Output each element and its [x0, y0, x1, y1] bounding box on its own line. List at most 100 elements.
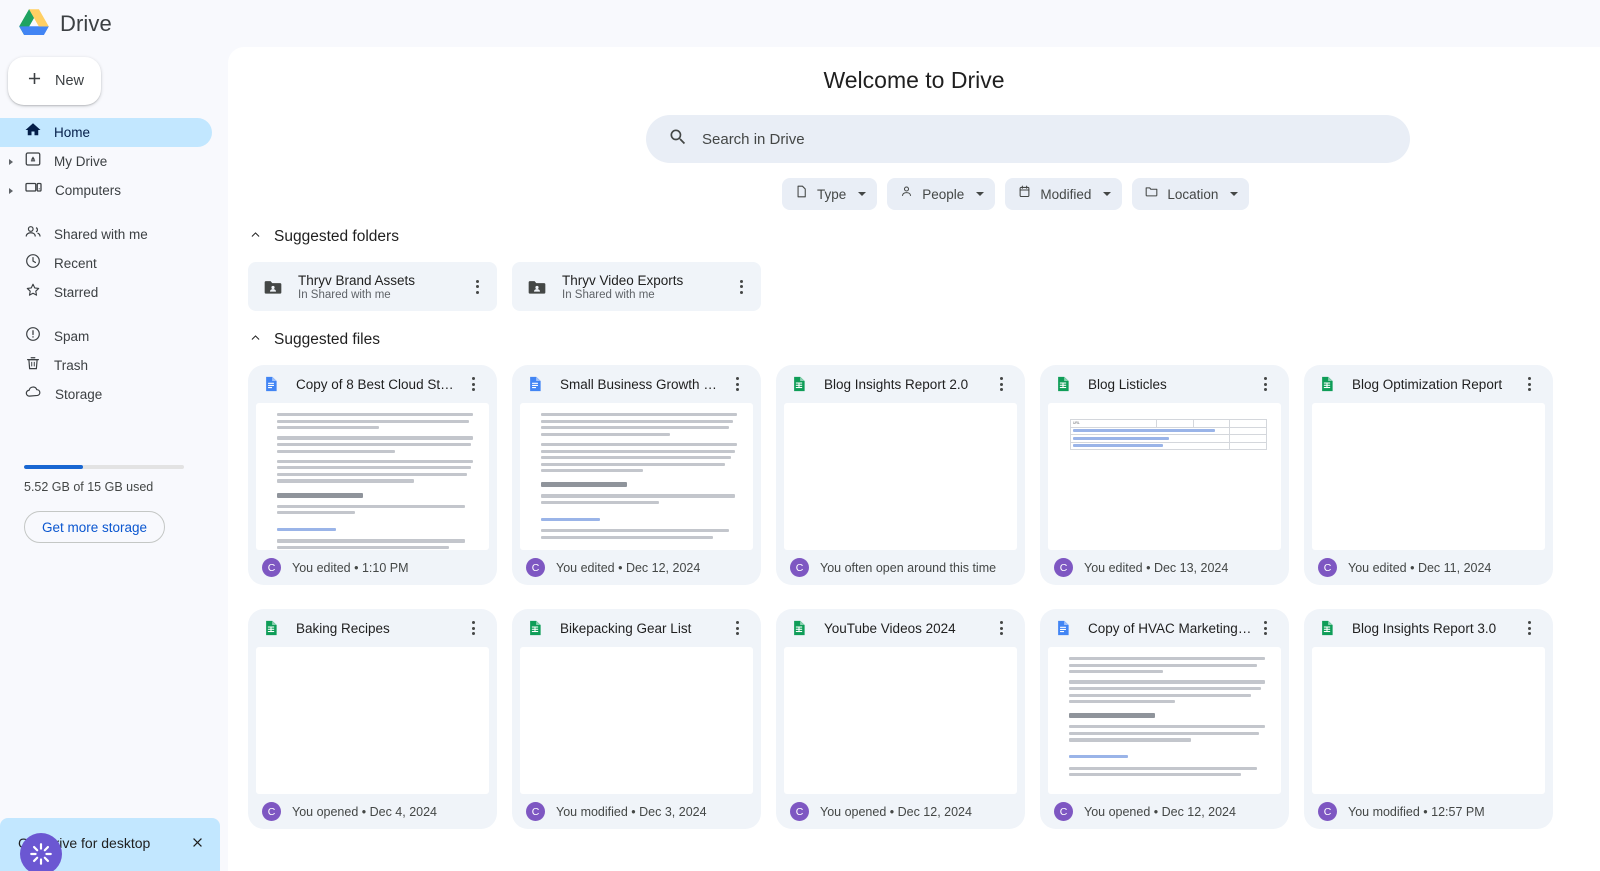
- file-icon: [794, 184, 809, 204]
- filter-chip-modified[interactable]: Modified: [1005, 178, 1123, 210]
- sidebar-item-shared-with-me[interactable]: Shared with me: [0, 220, 212, 249]
- file-card[interactable]: Copy of 8 Best Cloud Storag… C You edited …: [248, 365, 497, 585]
- file-thumbnail[interactable]: [1312, 647, 1545, 794]
- file-more-options-button[interactable]: [461, 372, 485, 396]
- search-input[interactable]: [702, 130, 1342, 148]
- file-activity-meta: You opened • Dec 4, 2024: [292, 804, 438, 819]
- sidebar-item-storage[interactable]: Storage: [0, 380, 212, 409]
- file-card[interactable]: Baking Recipes C You opened • Dec 4, 2024: [248, 609, 497, 829]
- doc-icon: [262, 375, 280, 393]
- get-more-storage-button[interactable]: Get more storage: [24, 511, 166, 543]
- my-drive-icon: [24, 150, 42, 173]
- storage-usage-text: 5.52 GB of 15 GB used: [24, 480, 154, 494]
- file-card[interactable]: Blog Listicles URL C You edited • Dec 13, 2…: [1040, 365, 1289, 585]
- folder-location: In Shared with me: [298, 288, 391, 301]
- file-card[interactable]: Bikepacking Gear List C You modified • Dec…: [512, 609, 761, 829]
- main-panel: Welcome to Drive Type People Modified Locat…: [228, 47, 1600, 871]
- file-thumbnail[interactable]: [1312, 403, 1545, 550]
- file-more-options-button[interactable]: [1253, 372, 1277, 396]
- file-card[interactable]: Blog Insights Report 2.0 C You often open …: [776, 365, 1025, 585]
- chevron-down-icon: [858, 192, 867, 196]
- file-thumbnail[interactable]: [256, 647, 489, 794]
- avatar: C: [526, 558, 545, 577]
- top-bar: Drive: [0, 0, 1600, 47]
- folder-location: In Shared with me: [562, 288, 655, 301]
- folder-card[interactable]: Thryv Video Exports In Shared with me: [512, 262, 761, 311]
- file-more-options-button[interactable]: [725, 616, 749, 640]
- file-more-options-button[interactable]: [461, 616, 485, 640]
- file-more-options-button[interactable]: [989, 372, 1013, 396]
- file-card[interactable]: Blog Optimization Report C You edited • De…: [1304, 365, 1553, 585]
- sidebar: New Home My Drive Computers Shared with me R…: [0, 47, 228, 871]
- file-activity-meta: You modified • 12:57 PM: [1348, 804, 1485, 819]
- file-card-footer: C You edited • Dec 11, 2024: [1304, 550, 1553, 585]
- sidebar-item-label: Trash: [54, 358, 89, 373]
- clock-icon: [24, 252, 42, 275]
- filter-chip-bar: Type People Modified Location: [782, 178, 1250, 210]
- file-name: YouTube Videos 2024: [824, 620, 956, 636]
- expand-caret-icon[interactable]: [9, 158, 13, 165]
- file-name: Small Business Growth Strat…: [560, 376, 725, 392]
- cloud-icon: [24, 383, 43, 406]
- search-box[interactable]: [646, 115, 1410, 163]
- file-card-footer: C You opened • Dec 12, 2024: [776, 794, 1025, 829]
- get-more-storage-label: Get more storage: [42, 519, 148, 535]
- filter-chip-label: Type: [817, 186, 847, 202]
- brand-logo-group[interactable]: Drive: [0, 8, 112, 40]
- file-thumbnail[interactable]: [520, 647, 753, 794]
- filter-chip-people[interactable]: People: [887, 178, 996, 210]
- file-thumbnail[interactable]: [256, 403, 489, 550]
- folder-more-options-button[interactable]: [465, 275, 489, 299]
- new-button-label: New: [55, 73, 85, 89]
- file-card[interactable]: Small Business Growth Strat… C You edited …: [512, 365, 761, 585]
- suggested-files-header[interactable]: Suggested files: [248, 330, 380, 350]
- file-card[interactable]: Blog Insights Report 3.0 C You modified • …: [1304, 609, 1553, 829]
- file-thumbnail[interactable]: URL: [1048, 403, 1281, 550]
- avatar: C: [1318, 802, 1337, 821]
- filter-chip-label: Modified: [1040, 186, 1092, 202]
- sidebar-item-my-drive[interactable]: My Drive: [0, 147, 212, 176]
- suggested-folders-header[interactable]: Suggested folders: [248, 227, 399, 247]
- avatar: C: [790, 802, 809, 821]
- file-more-options-button[interactable]: [1517, 616, 1541, 640]
- file-card[interactable]: YouTube Videos 2024 C You opened • Dec 12,…: [776, 609, 1025, 829]
- file-thumbnail[interactable]: [784, 647, 1017, 794]
- storage-meter: [24, 465, 184, 469]
- file-activity-meta: You edited • 1:10 PM: [292, 560, 409, 575]
- file-card-header: Copy of HVAC Marketing: 12 I…: [1040, 609, 1289, 647]
- sidebar-item-trash[interactable]: Trash: [0, 351, 212, 380]
- sidebar-item-label: My Drive: [54, 154, 108, 169]
- file-card[interactable]: Copy of HVAC Marketing: 12 I… C You opened…: [1040, 609, 1289, 829]
- new-button[interactable]: New: [8, 57, 101, 105]
- chevron-up-icon: [248, 330, 263, 350]
- file-more-options-button[interactable]: [1253, 616, 1277, 640]
- file-thumbnail[interactable]: [520, 403, 753, 550]
- sidebar-item-recent[interactable]: Recent: [0, 249, 212, 278]
- expand-caret-icon[interactable]: [9, 187, 13, 194]
- file-card-header: Blog Listicles: [1040, 365, 1289, 403]
- computer-icon: [24, 179, 43, 202]
- folder-card[interactable]: Thryv Brand Assets In Shared with me: [248, 262, 497, 311]
- file-more-options-button[interactable]: [1517, 372, 1541, 396]
- file-more-options-button[interactable]: [989, 616, 1013, 640]
- filter-chip-type[interactable]: Type: [782, 178, 878, 210]
- sheet-icon: [790, 619, 808, 637]
- file-activity-meta: You edited • Dec 13, 2024: [1084, 560, 1229, 575]
- file-thumbnail[interactable]: [784, 403, 1017, 550]
- sidebar-item-computers[interactable]: Computers: [0, 176, 212, 205]
- close-icon[interactable]: [187, 832, 207, 852]
- chevron-up-icon: [248, 227, 263, 247]
- person-icon: [899, 184, 914, 204]
- sidebar-item-home[interactable]: Home: [0, 118, 212, 147]
- file-card-footer: C You modified • Dec 3, 2024: [512, 794, 761, 829]
- sidebar-item-starred[interactable]: Starred: [0, 278, 212, 307]
- file-more-options-button[interactable]: [725, 372, 749, 396]
- file-card-footer: C You edited • Dec 12, 2024: [512, 550, 761, 585]
- folder-more-options-button[interactable]: [729, 275, 753, 299]
- file-name: Copy of HVAC Marketing: 12 I…: [1088, 620, 1253, 636]
- file-thumbnail[interactable]: [1048, 647, 1281, 794]
- sidebar-item-spam[interactable]: Spam: [0, 322, 212, 351]
- search-icon: [668, 127, 688, 152]
- filter-chip-location[interactable]: Location: [1132, 178, 1250, 210]
- sidebar-item-label: Computers: [55, 183, 122, 198]
